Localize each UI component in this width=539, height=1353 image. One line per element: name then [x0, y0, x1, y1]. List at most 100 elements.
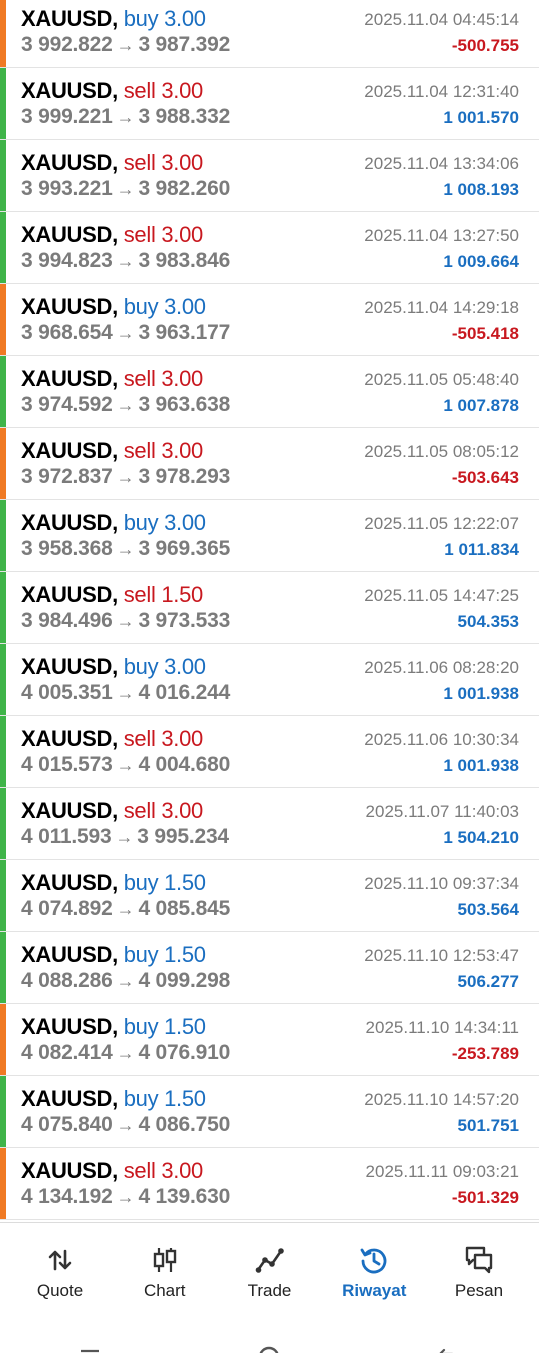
- trade-symbol-line: XAUUSD, sell 3.00: [21, 1158, 203, 1184]
- trade-side: sell 3.00: [123, 438, 204, 463]
- trade-prices: 3 984.496 → 3 973.533: [21, 609, 230, 633]
- open-price: 3 974.592: [21, 393, 113, 416]
- messages-icon: [465, 1246, 493, 1274]
- history-clock-icon: [360, 1248, 387, 1274]
- result-indicator-bar: [0, 644, 6, 715]
- trade-profit: 504.353: [457, 612, 519, 631]
- trade-time: 2025.11.10 12:53:47: [364, 946, 519, 965]
- trade-side: buy 3.00: [123, 510, 206, 535]
- price-arrow: →: [116, 395, 135, 415]
- trade-symbol: XAUUSD,: [21, 78, 118, 103]
- trade-row[interactable]: XAUUSD, sell 3.00 3 974.592 → 3 963.638 2025…: [0, 356, 539, 428]
- system-navigation-bar: [0, 1312, 539, 1353]
- trade-symbol: XAUUSD,: [21, 870, 118, 895]
- open-price: 3 992.822: [21, 33, 113, 56]
- trade-symbol: XAUUSD,: [21, 150, 118, 175]
- trade-row[interactable]: XAUUSD, buy 1.50 4 082.414 → 4 076.910 2025.…: [0, 1004, 539, 1076]
- tab-label: Chart: [143, 1281, 186, 1300]
- trade-row[interactable]: XAUUSD, buy 1.50 4 075.840 → 4 086.750 2025.…: [0, 1076, 539, 1148]
- trade-symbol-line: XAUUSD, buy 3.00: [21, 6, 206, 32]
- trade-row[interactable]: XAUUSD, sell 3.00 3 993.221 → 3 982.260 2025…: [0, 140, 539, 212]
- result-indicator-bar: [0, 212, 6, 283]
- home-button[interactable]: [249, 1329, 289, 1353]
- trade-side: buy 3.00: [123, 294, 206, 319]
- trade-row[interactable]: XAUUSD, buy 3.00 3 968.654 → 3 963.177 2025.…: [0, 284, 539, 356]
- open-price: 4 088.286: [21, 969, 113, 992]
- trade-side: buy 1.50: [123, 1014, 206, 1039]
- back-button[interactable]: [429, 1329, 469, 1353]
- trade-prices: 3 992.822 → 3 987.392: [21, 33, 230, 57]
- open-price: 3 993.221: [21, 177, 113, 200]
- trade-symbol-line: XAUUSD, sell 3.00: [21, 150, 203, 176]
- trade-side: sell 1.50: [123, 582, 204, 607]
- trade-row[interactable]: XAUUSD, buy 3.00 3 958.368 → 3 969.365 2025.…: [0, 500, 539, 572]
- result-indicator-bar: [0, 788, 6, 859]
- result-indicator-bar: [0, 500, 6, 571]
- open-price: 3 994.823: [21, 249, 113, 272]
- trade-time: 2025.11.04 12:31:40: [364, 82, 519, 101]
- close-price: 4 085.845: [138, 897, 231, 920]
- trade-symbol: XAUUSD,: [21, 798, 118, 823]
- trade-symbol: XAUUSD,: [21, 582, 118, 607]
- trade-row[interactable]: XAUUSD, sell 3.00 4 134.192 → 4 139.630 2025…: [0, 1148, 539, 1220]
- trade-symbol-line: XAUUSD, buy 1.50: [21, 942, 206, 968]
- trade-prices: 4 011.593 → 3 995.234: [21, 825, 229, 849]
- trade-row[interactable]: XAUUSD, buy 1.50 4 074.892 → 4 085.845 2025.…: [0, 860, 539, 932]
- trade-side: sell 3.00: [123, 222, 204, 247]
- trade-symbol: XAUUSD,: [21, 654, 118, 679]
- trade-prices: 4 088.286 → 4 099.298: [21, 969, 230, 993]
- trade-row[interactable]: XAUUSD, sell 3.00 4 011.593 → 3 995.234 2025…: [0, 788, 539, 860]
- result-indicator-bar: [0, 1004, 6, 1075]
- trade-profit: 1 001.938: [443, 756, 519, 775]
- tab-trade[interactable]: Trade: [218, 1223, 322, 1312]
- trade-row[interactable]: XAUUSD, sell 3.00 3 972.837 → 3 978.293 2025…: [0, 428, 539, 500]
- trade-profit: 503.564: [457, 900, 519, 919]
- close-price: 4 086.750: [138, 1113, 231, 1136]
- trade-prices: 3 958.368 → 3 969.365: [21, 537, 230, 561]
- trade-symbol: XAUUSD,: [21, 366, 118, 391]
- result-indicator-bar: [0, 0, 6, 67]
- trade-profit: -503.643: [451, 468, 519, 487]
- trade-time: 2025.11.10 14:34:11: [365, 1018, 519, 1037]
- trade-row[interactable]: XAUUSD, sell 3.00 3 994.823 → 3 983.846 2025…: [0, 212, 539, 284]
- result-indicator-bar: [0, 572, 6, 643]
- trade-symbol-line: XAUUSD, buy 3.00: [21, 654, 206, 680]
- trade-prices: 4 015.573 → 4 004.680: [21, 753, 230, 777]
- trade-row[interactable]: XAUUSD, buy 1.50 4 088.286 → 4 099.298 2025.…: [0, 932, 539, 1004]
- trade-time: 2025.11.05 08:05:12: [364, 442, 519, 461]
- trade-symbol: XAUUSD,: [21, 6, 118, 31]
- trade-prices: 3 994.823 → 3 983.846: [21, 249, 230, 273]
- trade-symbol-line: XAUUSD, sell 3.00: [21, 78, 203, 104]
- price-arrow: →: [116, 611, 135, 631]
- tab-riwayat[interactable]: Riwayat: [322, 1223, 426, 1312]
- trade-symbol: XAUUSD,: [21, 510, 118, 535]
- trade-symbol: XAUUSD,: [21, 1014, 118, 1039]
- trade-side: sell 3.00: [123, 78, 204, 103]
- trade-row[interactable]: XAUUSD, buy 3.00 4 005.351 → 4 016.244 2025.…: [0, 644, 539, 716]
- tab-quote[interactable]: Quote: [8, 1223, 112, 1312]
- trade-profit: 1 001.938: [443, 684, 519, 703]
- recent-apps-button[interactable]: [70, 1329, 110, 1353]
- trade-symbol-line: XAUUSD, sell 3.00: [21, 726, 203, 752]
- close-price: 4 099.298: [138, 969, 231, 992]
- trade-row[interactable]: XAUUSD, buy 3.00 3 992.822 → 3 987.392 2025.…: [0, 0, 539, 68]
- trade-symbol: XAUUSD,: [21, 942, 118, 967]
- trade-row[interactable]: XAUUSD, sell 3.00 3 999.221 → 3 988.332 2025…: [0, 68, 539, 140]
- trade-side: buy 1.50: [123, 870, 206, 895]
- price-arrow: →: [116, 971, 135, 991]
- tab-pesan[interactable]: Pesan: [427, 1223, 531, 1312]
- result-indicator-bar: [0, 428, 6, 499]
- open-price: 4 011.593: [21, 825, 112, 848]
- close-price: 4 076.910: [138, 1041, 231, 1064]
- trade-profit: -501.329: [451, 1188, 519, 1207]
- tab-chart[interactable]: Chart: [113, 1223, 217, 1312]
- trade-row[interactable]: XAUUSD, sell 3.00 4 015.573 → 4 004.680 2025…: [0, 716, 539, 788]
- back-arrow-icon: [439, 1348, 453, 1353]
- tab-label: Quote: [36, 1281, 84, 1300]
- trade-row[interactable]: XAUUSD, sell 1.50 3 984.496 → 3 973.533 2025…: [0, 572, 539, 644]
- trade-time: 2025.11.05 12:22:07: [364, 514, 519, 533]
- trade-symbol-line: XAUUSD, buy 1.50: [21, 1086, 206, 1112]
- trade-symbol-line: XAUUSD, buy 3.00: [21, 294, 206, 320]
- open-price: 3 999.221: [21, 105, 113, 128]
- trade-time: 2025.11.10 09:37:34: [364, 874, 519, 893]
